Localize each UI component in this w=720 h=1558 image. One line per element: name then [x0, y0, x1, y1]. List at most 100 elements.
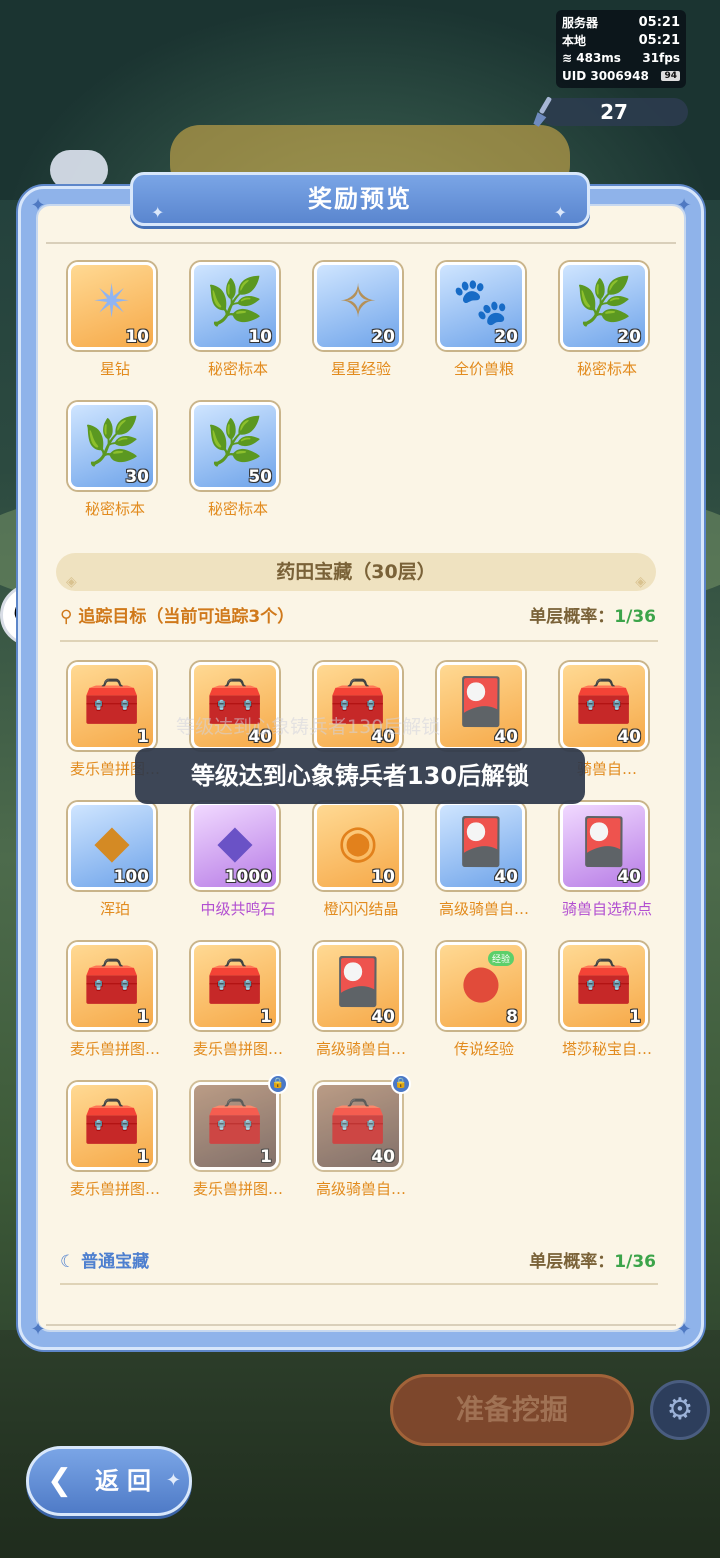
reward-label: 骑兽自选积点 [561, 900, 652, 918]
reward-label: 高级骑兽自… [315, 1180, 406, 1198]
normal-divider [60, 1283, 658, 1285]
reward-count: 40 [494, 867, 518, 887]
reward-item[interactable]: ✴ 10 星钻 [53, 262, 163, 392]
reward-label: 星星经验 [330, 360, 391, 378]
reward-item[interactable]: 🧰 40 🔒 高级骑兽自… [299, 1074, 411, 1212]
reward-item[interactable]: 🎴 40 高级骑兽自… [299, 942, 409, 1072]
leaf-card-icon: 🌿 [206, 274, 264, 328]
shovel-icon [533, 96, 552, 127]
reward-tile: 🌿 20 [560, 262, 648, 350]
reward-count: 20 [494, 327, 518, 347]
star-icon: ✦ [165, 1470, 181, 1491]
reward-count: 30 [125, 467, 149, 487]
reward-tile: 🧰 40 [560, 662, 648, 750]
lock-icon: 🔒 [268, 1074, 288, 1094]
reward-item[interactable]: ● 经验 8 传说经验 [422, 942, 532, 1072]
uid-value: UID 3006948 [562, 69, 649, 83]
reward-label: 传说经验 [453, 1040, 514, 1058]
reward-tile: 🌿 50 [191, 402, 279, 490]
reward-count: 1000 [224, 867, 272, 887]
reward-tile: 🎴 40 [314, 942, 402, 1030]
reward-label: 塔莎秘宝自… [561, 1040, 652, 1058]
corner-star-icon: ✦ [676, 1319, 692, 1340]
tracking-label: 追踪目标（当前可追踪3个） [78, 607, 295, 627]
reward-label: 橙闪闪结晶 [323, 900, 399, 918]
chest-icon: 🧰 [206, 1094, 264, 1148]
currency-counter[interactable]: 27 [540, 98, 688, 126]
reward-item[interactable]: 🌿 10 秘密标本 [176, 262, 286, 392]
reward-label: 浑珀 [99, 900, 130, 918]
reward-count: 1 [260, 1147, 272, 1167]
orb-icon: ◉ [337, 814, 379, 868]
xp-badge: 经验 [487, 951, 514, 966]
reward-count: 40 [617, 727, 641, 747]
tracking-rate-label: 单层概率： [529, 607, 615, 627]
locked-banner: 等级达到心象铸兵者130后解锁 [135, 748, 585, 804]
reward-label: 秘密标本 [207, 500, 268, 518]
chest-icon: 🧰 [206, 954, 264, 1008]
reward-count: 20 [371, 327, 395, 347]
modal-title: 奖励预览 [308, 185, 412, 213]
reward-label: 麦乐兽拼图… [192, 1180, 283, 1198]
reward-item[interactable]: 🧰 1 麦乐兽拼图… [53, 1082, 163, 1212]
reward-label: 全价兽粮 [453, 360, 514, 378]
reward-item[interactable]: 🌿 50 秘密标本 [176, 402, 286, 532]
reward-item[interactable]: 🎴 40 骑兽自选积点 [545, 802, 655, 932]
star-diamond-icon: ✴ [92, 274, 132, 328]
reward-count: 40 [371, 1147, 395, 1167]
background-scene-bottom [0, 1330, 720, 1558]
reward-item[interactable]: 🎴 40 高级骑兽自… [422, 802, 532, 932]
back-button[interactable]: ❮ 返回 ✦ [26, 1446, 192, 1516]
reward-tile: ✧ 20 [314, 262, 402, 350]
server-time: 05:21 [638, 14, 680, 30]
currency-amount: 27 [600, 100, 628, 124]
reward-tile: 🐾 20 [437, 262, 525, 350]
tracking-rate-value: 1/36 [614, 607, 656, 627]
battery-icon: 94 [661, 71, 680, 81]
modal-title-ribbon: ✦ 奖励预览 ✦ [130, 172, 590, 226]
reward-count: 10 [248, 327, 272, 347]
reward-tile: 🧰 1 [68, 942, 156, 1030]
section-title: 药田宝藏（30层） [276, 561, 436, 583]
prepare-dig-button[interactable]: 准备挖掘 [390, 1374, 634, 1446]
status-hud: 服务器 05:21 本地 05:21 ≋ 483ms 31fps UID 300… [556, 10, 686, 88]
crystal-icon: ◆ [217, 814, 253, 868]
settings-button[interactable]: ⚙ [650, 1380, 710, 1440]
reward-count: 1 [260, 1007, 272, 1027]
reward-label: 秘密标本 [84, 500, 145, 518]
reward-tile: 🌿 30 [68, 402, 156, 490]
reward-tile: ◆ 1000 [191, 802, 279, 890]
reward-tile: 🧰 1 [560, 942, 648, 1030]
reward-item[interactable]: ✧ 20 星星经验 [299, 262, 409, 392]
moon-pin-icon: ☾ [60, 1252, 76, 1272]
back-arrow-icon: ❮ [47, 1463, 73, 1498]
diamond-icon: ◈ [66, 574, 77, 590]
amber-icon: ◆ [94, 814, 130, 868]
wifi-icon: ≋ [562, 51, 573, 65]
reward-label: 高级骑兽自… [438, 900, 529, 918]
card-icon: 🎴 [575, 814, 633, 868]
leaf-card-icon: 🌿 [206, 414, 264, 468]
star-card-icon: ✧ [338, 274, 378, 328]
reward-item[interactable]: ◆ 100 浑珀 [53, 802, 163, 932]
reward-item[interactable]: 🧰 1 🔒 麦乐兽拼图… [176, 1074, 288, 1212]
reward-item[interactable]: 🐾 20 全价兽粮 [422, 262, 532, 392]
reward-item[interactable]: 🌿 20 秘密标本 [545, 262, 655, 392]
reward-item[interactable]: 🧰 1 麦乐兽拼图… [176, 942, 286, 1072]
corner-star-icon: ✦ [676, 195, 692, 216]
reward-item[interactable]: 🧰 1 塔莎秘宝自… [545, 942, 655, 1072]
reward-item[interactable]: 🧰 1 麦乐兽拼图… [53, 942, 163, 1072]
tracking-header: ⚲ 追踪目标（当前可追踪3个） 单层概率：1/36 [60, 602, 660, 630]
reward-item[interactable]: ◆ 1000 中级共鸣石 [176, 802, 286, 932]
corner-star-icon: ✦ [30, 195, 46, 216]
corner-star-icon: ✦ [30, 1319, 46, 1340]
server-time-label: 服务器 [562, 15, 599, 30]
reward-item[interactable]: ◉ 10 橙闪闪结晶 [299, 802, 409, 932]
local-time: 05:21 [638, 32, 680, 48]
paw-bag-icon: 🐾 [452, 274, 510, 328]
reward-count: 10 [125, 327, 149, 347]
reward-label: 麦乐兽拼图… [69, 1180, 160, 1198]
reward-item[interactable]: 🌿 30 秘密标本 [53, 402, 163, 532]
leaf-card-icon: 🌿 [83, 414, 141, 468]
reward-count: 1 [629, 1007, 641, 1027]
